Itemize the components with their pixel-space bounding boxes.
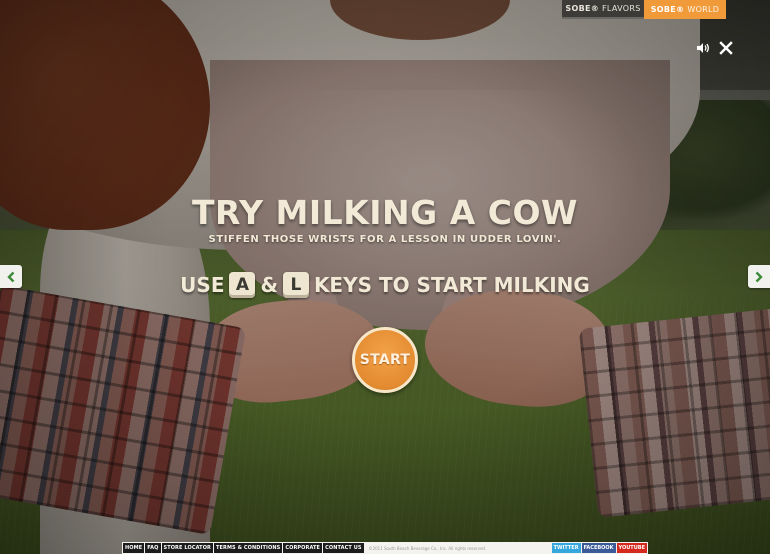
tab-label: WORLD: [687, 5, 720, 14]
start-button[interactable]: START: [352, 327, 418, 393]
facebook-link[interactable]: FACEBOOK: [581, 543, 616, 553]
game-subtitle: STIFFEN THOSE WRISTS FOR A LESSON IN UDD…: [208, 234, 562, 245]
prev-arrow-button[interactable]: [0, 265, 22, 288]
key-l-icon: L: [282, 272, 309, 298]
key-a-icon: A: [229, 272, 256, 298]
top-tabs: SOBE® FLAVORS SOBE® WORLD: [562, 0, 726, 19]
footer-link-corporate[interactable]: CORPORATE: [283, 543, 323, 553]
tab-brand: SOBE®: [650, 5, 685, 14]
tab-label: FLAVORS: [602, 4, 641, 13]
copyright-text: ©2011 South Beach Beverage Co., Inc. All…: [368, 545, 487, 551]
twitter-link[interactable]: TWITTER: [551, 543, 581, 553]
overlay-controls: [694, 40, 734, 56]
instruction-suffix: KEYS TO START MILKING: [313, 273, 590, 297]
footer-link-home[interactable]: HOME: [123, 543, 145, 553]
footer-link-faq[interactable]: FAQ: [145, 543, 161, 553]
game-title: TRY MILKING A COW: [192, 193, 578, 232]
youtube-link[interactable]: YOUTUBE: [616, 543, 647, 553]
tab-brand: SOBE®: [565, 4, 600, 13]
start-label: START: [359, 352, 411, 368]
tab-sobe-world[interactable]: SOBE® WORLD: [644, 0, 726, 19]
footer-link-contact[interactable]: CONTACT US: [323, 543, 364, 553]
game-instructions: USE A & L KEYS TO START MILKING: [0, 272, 770, 298]
speaker-icon[interactable]: [694, 40, 710, 56]
instruction-ampersand: &: [260, 273, 278, 297]
tab-sobe-flavors[interactable]: SOBE® FLAVORS: [562, 0, 644, 19]
footer-nav: HOME FAQ STORE LOCATOR TERMS & CONDITION…: [123, 543, 365, 553]
footer-bar: HOME FAQ STORE LOCATOR TERMS & CONDITION…: [122, 542, 648, 554]
instruction-prefix: USE: [180, 273, 225, 297]
social-links: TWITTER FACEBOOK YOUTUBE: [551, 543, 647, 553]
footer-link-store-locator[interactable]: STORE LOCATOR: [161, 543, 213, 553]
chevron-right-icon: [755, 271, 763, 282]
close-icon[interactable]: [718, 40, 734, 56]
footer-link-terms[interactable]: TERMS & CONDITIONS: [214, 543, 283, 553]
next-arrow-button[interactable]: [748, 265, 770, 288]
chevron-left-icon: [7, 271, 15, 282]
